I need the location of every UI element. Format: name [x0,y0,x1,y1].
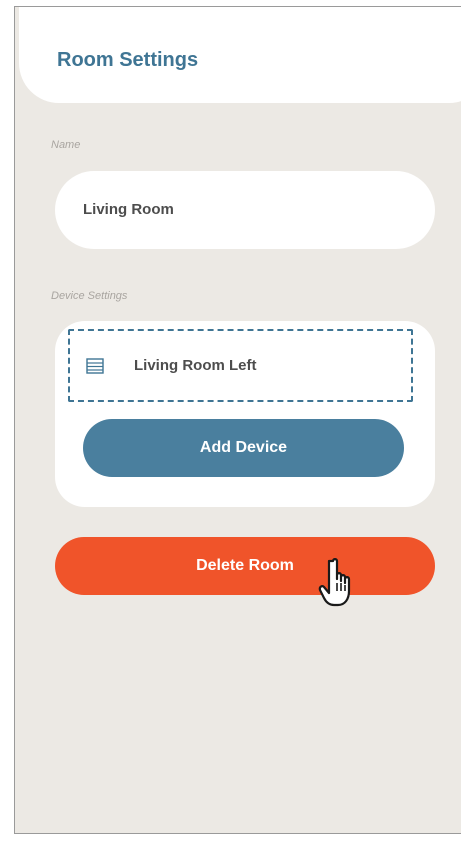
room-name-field[interactable]: Living Room [55,171,435,249]
name-section-label: Name [51,139,81,151]
device-item[interactable]: Living Room Left [68,329,413,402]
header: Room Settings [19,7,461,103]
room-name-value: Living Room [83,201,174,218]
device-settings-label: Device Settings [51,290,128,302]
hand-pointer-icon [318,558,351,607]
room-settings-screen: Room Settings Name Living Room Device Se… [14,6,461,834]
page-title: Room Settings [57,49,199,71]
device-settings-card: Living Room Left Add Device [55,321,435,507]
add-device-button[interactable]: Add Device [83,419,404,477]
blinds-icon [86,358,104,374]
device-label: Living Room Left [134,357,257,374]
delete-room-button[interactable]: Delete Room [55,537,435,595]
